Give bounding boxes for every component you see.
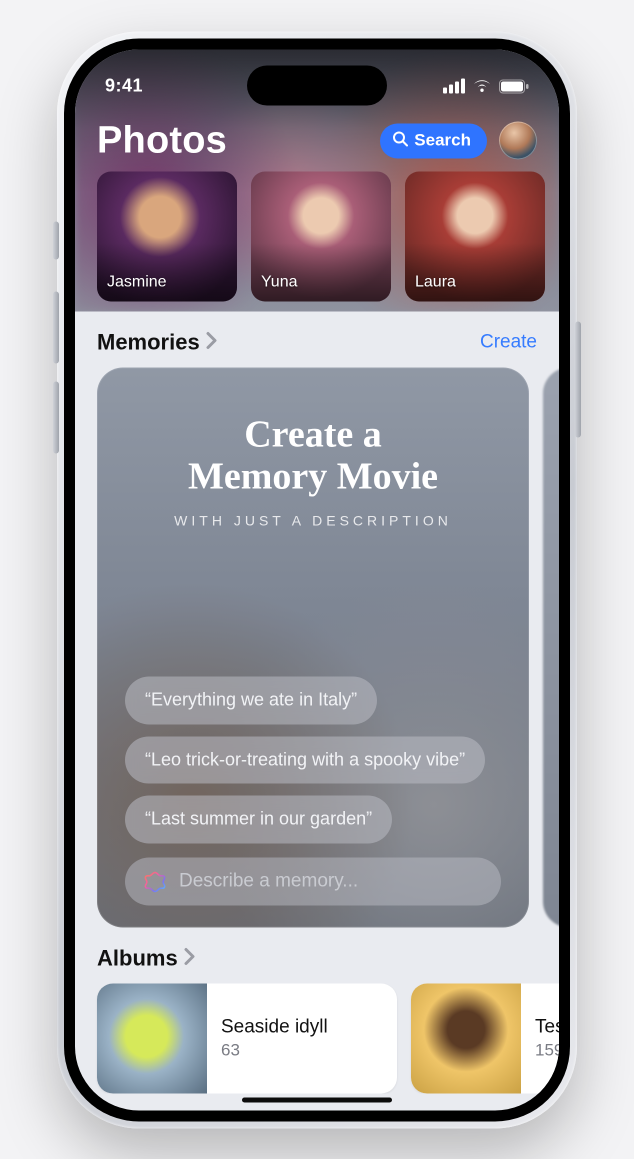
album-meta: Test 159 [521, 983, 559, 1093]
phone-power-button [575, 321, 581, 437]
album-meta: Seaside idyll 63 [207, 983, 397, 1093]
profile-avatar[interactable] [499, 122, 537, 160]
chevron-right-icon [206, 329, 218, 355]
albums-row[interactable]: Seaside idyll 63 Test 159 [75, 983, 559, 1093]
memory-suggestion[interactable]: “Everything we ate in Italy” [125, 677, 377, 724]
phone-frame: 9:41 Photos [57, 31, 577, 1128]
status-indicators [443, 79, 529, 94]
person-name: Jasmine [107, 273, 167, 291]
search-label: Search [414, 131, 471, 151]
memory-suggestion[interactable]: “Leo trick-or-treating with a spooky vib… [125, 736, 485, 783]
memory-card-peek[interactable] [543, 367, 559, 927]
phone-volume-down [53, 381, 59, 453]
search-button[interactable]: Search [380, 123, 487, 158]
search-icon [392, 130, 408, 151]
album-name: Test [535, 1016, 559, 1038]
people-row[interactable]: Jasmine Yuna Laura [75, 171, 559, 301]
albums-title-button[interactable]: Albums [97, 945, 196, 971]
create-memory-button[interactable]: Create [480, 331, 537, 353]
dynamic-island [247, 65, 387, 105]
album-name: Seaside idyll [221, 1016, 383, 1038]
person-card[interactable]: Laura [405, 171, 545, 301]
album-card[interactable]: Seaside idyll 63 [97, 983, 397, 1093]
app-title: Photos [97, 119, 227, 162]
phone-bezel: 9:41 Photos [64, 38, 570, 1121]
memories-scroller[interactable]: Create a Memory Movie WITH JUST A DESCRI… [75, 367, 559, 927]
apple-intelligence-icon [143, 869, 167, 893]
person-name: Laura [415, 273, 456, 291]
header-actions: Search [380, 122, 537, 160]
album-thumbnail [411, 983, 521, 1093]
phone-side-button [53, 221, 59, 259]
title-line: Create a [244, 413, 382, 455]
album-card[interactable]: Test 159 [411, 983, 559, 1093]
chevron-right-icon [184, 945, 196, 971]
header: Photos Search [75, 119, 559, 162]
describe-memory-placeholder: Describe a memory... [179, 870, 358, 892]
person-card[interactable]: Yuna [251, 171, 391, 301]
home-indicator[interactable] [242, 1097, 392, 1102]
memories-title-button[interactable]: Memories [97, 329, 218, 355]
battery-icon [499, 79, 529, 93]
album-count: 159 [535, 1040, 559, 1060]
albums-header: Albums [75, 927, 559, 983]
person-card[interactable]: Jasmine [97, 171, 237, 301]
section-title-text: Memories [97, 329, 200, 355]
page: 9:41 Photos [0, 0, 634, 1159]
status-time: 9:41 [105, 76, 143, 97]
memory-movie-card[interactable]: Create a Memory Movie WITH JUST A DESCRI… [97, 367, 529, 927]
content: Photos Search [75, 49, 559, 1110]
section-title-text: Albums [97, 945, 178, 971]
memory-card-subtitle: WITH JUST A DESCRIPTION [174, 512, 452, 528]
title-line: Memory Movie [188, 456, 438, 498]
cellular-icon [443, 79, 465, 94]
memory-card-title: Create a Memory Movie [188, 413, 438, 498]
describe-memory-input[interactable]: Describe a memory... [125, 857, 501, 905]
memory-suggestions: “Everything we ate in Italy” “Leo trick-… [125, 677, 501, 843]
screen: 9:41 Photos [75, 49, 559, 1110]
album-count: 63 [221, 1040, 383, 1060]
person-name: Yuna [261, 273, 297, 291]
wifi-icon [472, 79, 492, 94]
memories-header: Memories Create [75, 311, 559, 367]
phone-volume-up [53, 291, 59, 363]
memory-suggestion[interactable]: “Last summer in our garden” [125, 796, 392, 843]
album-thumbnail [97, 983, 207, 1093]
